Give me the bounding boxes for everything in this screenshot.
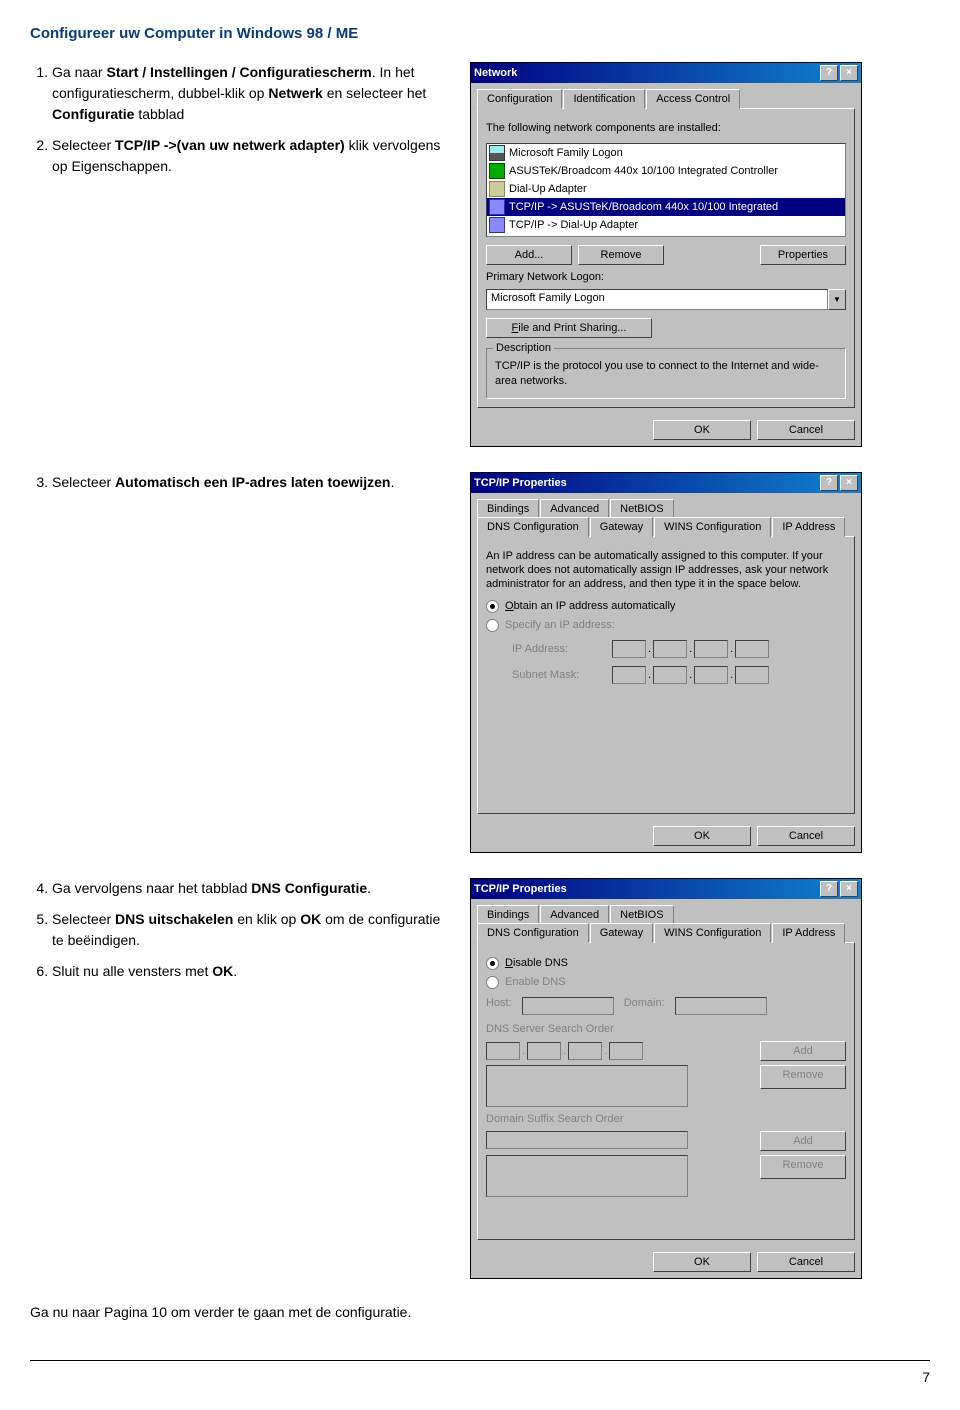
- domain-suffix-label: Domain Suffix Search Order: [486, 1113, 846, 1125]
- cancel-button[interactable]: Cancel: [757, 826, 855, 846]
- dialog-title: TCP/IP Properties: [474, 883, 818, 895]
- tab-advanced[interactable]: Advanced: [540, 499, 609, 518]
- step-3: Selecteer Automatisch een IP-adres laten…: [52, 472, 450, 493]
- step-1: Ga naar Start / Instellingen / Configura…: [52, 62, 450, 125]
- radio-disable-dns[interactable]: Disable DNS: [486, 957, 846, 970]
- logon-icon: [489, 145, 505, 161]
- tab-access-control[interactable]: Access Control: [646, 89, 740, 109]
- tcpip-ip-dialog: TCP/IP Properties ? × Bindings Advanced …: [470, 472, 862, 853]
- close-icon[interactable]: ×: [840, 475, 858, 491]
- dns-list: [486, 1065, 688, 1107]
- combo-value: Microsoft Family Logon: [486, 289, 828, 310]
- primary-logon-combo[interactable]: Microsoft Family Logon ▼: [486, 289, 846, 310]
- description-label: Description: [493, 342, 554, 354]
- tab-wins[interactable]: WINS Configuration: [654, 923, 771, 943]
- tab-dns[interactable]: DNS Configuration: [477, 923, 589, 943]
- tab-configuration[interactable]: Configuration: [477, 89, 562, 109]
- instruction-list-1: Ga naar Start / Instellingen / Configura…: [30, 62, 450, 177]
- suffix-input: [486, 1131, 688, 1149]
- tab-advanced[interactable]: Advanced: [540, 905, 609, 924]
- list-item[interactable]: Microsoft Family Logon: [509, 147, 623, 159]
- domain-label: Domain:: [624, 997, 665, 1015]
- tab-gateway[interactable]: Gateway: [590, 517, 653, 537]
- radio-specify[interactable]: Specify an IP address:: [486, 619, 846, 632]
- tab-gateway[interactable]: Gateway: [590, 923, 653, 943]
- step-2: Selecteer TCP/IP ->(van uw netwerk adapt…: [52, 135, 450, 177]
- tab-identification[interactable]: Identification: [563, 89, 645, 109]
- host-input: [522, 997, 614, 1015]
- tcpip-dns-dialog: TCP/IP Properties ? × Bindings Advanced …: [470, 878, 862, 1279]
- page-title: Configureer uw Computer in Windows 98 / …: [30, 25, 930, 42]
- tab-wins[interactable]: WINS Configuration: [654, 517, 771, 537]
- step-4: Ga vervolgens naar het tabblad DNS Confi…: [52, 878, 450, 899]
- close-icon[interactable]: ×: [840, 65, 858, 81]
- step-6: Sluit nu alle vensters met OK.: [52, 961, 450, 982]
- page-number: 7: [30, 1369, 930, 1385]
- list-item[interactable]: TCP/IP -> Dial-Up Adapter: [509, 219, 638, 231]
- cancel-button[interactable]: Cancel: [757, 1252, 855, 1272]
- dns-remove-button: Remove: [760, 1065, 846, 1089]
- tab-netbios[interactable]: NetBIOS: [610, 499, 673, 518]
- dns-search-order-label: DNS Server Search Order: [486, 1023, 846, 1035]
- subnet-label: Subnet Mask:: [512, 669, 602, 681]
- remove-button[interactable]: Remove: [578, 245, 664, 265]
- footer-text: Ga nu naar Pagina 10 om verder te gaan m…: [30, 1304, 930, 1320]
- tab-ipaddress[interactable]: IP Address: [772, 517, 845, 537]
- instruction-list-3: Ga vervolgens naar het tabblad DNS Confi…: [30, 878, 450, 982]
- file-print-sharing-button[interactable]: FFile and Print Sharing...ile and Print …: [486, 318, 652, 338]
- host-label: Host:: [486, 997, 512, 1015]
- subnet-mask-input: ...: [612, 666, 769, 684]
- tab-bindings[interactable]: Bindings: [477, 905, 539, 924]
- nic-icon: [489, 163, 505, 179]
- ok-button[interactable]: OK: [653, 826, 751, 846]
- list-item-selected[interactable]: TCP/IP -> ASUSTeK/Broadcom 440x 10/100 I…: [509, 201, 778, 213]
- ok-button[interactable]: OK: [653, 420, 751, 440]
- tab-ipaddress[interactable]: IP Address: [772, 923, 845, 943]
- ip-address-input: ...: [612, 640, 769, 658]
- ok-button[interactable]: OK: [653, 1252, 751, 1272]
- chevron-down-icon[interactable]: ▼: [828, 289, 846, 310]
- tab-netbios[interactable]: NetBIOS: [610, 905, 673, 924]
- radio-enable-dns[interactable]: Enable DNS: [486, 976, 846, 989]
- suffix-add-button: Add: [760, 1131, 846, 1151]
- dns-ip-input: ...: [486, 1042, 643, 1060]
- network-dialog: Network ? × Configuration Identification…: [470, 62, 862, 447]
- add-button[interactable]: Add...: [486, 245, 572, 265]
- instruction-list-2: Selecteer Automatisch een IP-adres laten…: [30, 472, 450, 493]
- close-icon[interactable]: ×: [840, 881, 858, 897]
- cancel-button[interactable]: Cancel: [757, 420, 855, 440]
- components-list[interactable]: Microsoft Family Logon ASUSTeK/Broadcom …: [486, 143, 846, 237]
- radio-obtain-auto[interactable]: Obtain an IP address automatically: [486, 600, 846, 613]
- help-button[interactable]: ?: [820, 881, 838, 897]
- protocol-icon: [489, 199, 505, 215]
- description-text: TCP/IP is the protocol you use to connec…: [495, 359, 837, 388]
- dns-add-button: Add: [760, 1041, 846, 1061]
- ip-intro: An IP address can be automatically assig…: [486, 549, 846, 592]
- list-item[interactable]: Dial-Up Adapter: [509, 183, 587, 195]
- list-item[interactable]: ASUSTeK/Broadcom 440x 10/100 Integrated …: [509, 165, 778, 177]
- help-button[interactable]: ?: [820, 65, 838, 81]
- page-separator: [30, 1360, 930, 1361]
- suffix-list: [486, 1155, 688, 1197]
- suffix-remove-button: Remove: [760, 1155, 846, 1179]
- intro-text: The following network components are ins…: [486, 121, 846, 135]
- dialog-title: Network: [474, 67, 818, 79]
- primary-logon-label: Primary Network Logon:: [486, 271, 846, 283]
- help-button[interactable]: ?: [820, 475, 838, 491]
- step-5: Selecteer DNS uitschakelen en klik op OK…: [52, 909, 450, 951]
- protocol-icon: [489, 217, 505, 233]
- domain-input: [675, 997, 767, 1015]
- properties-button[interactable]: Properties: [760, 245, 846, 265]
- tab-bindings[interactable]: Bindings: [477, 499, 539, 518]
- tab-dns[interactable]: DNS Configuration: [477, 517, 589, 537]
- ip-label: IP Address:: [512, 643, 602, 655]
- dialog-title: TCP/IP Properties: [474, 477, 818, 489]
- dialup-icon: [489, 181, 505, 197]
